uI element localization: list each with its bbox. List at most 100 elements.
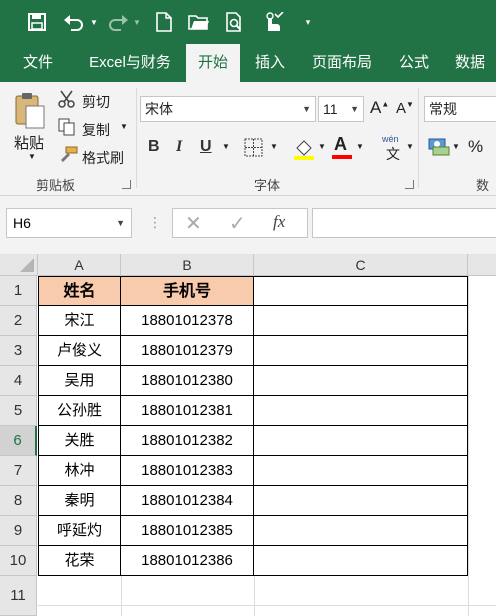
name-cell[interactable]: 卢俊义 <box>38 336 121 366</box>
empty-cell[interactable] <box>254 306 468 336</box>
row-header[interactable]: 2 <box>0 306 37 336</box>
fill-color-icon[interactable] <box>292 136 316 163</box>
tab-excel-finance[interactable]: Excel与财务 <box>76 44 184 82</box>
row-header[interactable]: 5 <box>0 396 37 426</box>
worksheet-grid[interactable]: A B C 1 2 3 4 5 6 7 8 9 10 11 姓名 手机号 宋江 … <box>0 254 496 616</box>
empty-cell[interactable] <box>254 366 468 396</box>
decrease-font-size-icon[interactable]: A▼ <box>396 100 414 117</box>
redo-icon[interactable] <box>106 10 130 34</box>
italic-button[interactable]: I <box>176 138 182 156</box>
row-header[interactable]: 3 <box>0 336 37 366</box>
underline-dropdown-icon[interactable]: ▼ <box>222 142 230 151</box>
copy-button[interactable]: 复制 <box>82 120 110 140</box>
undo-dropdown-icon[interactable]: ▼ <box>89 10 99 34</box>
tab-home[interactable]: 开始 <box>186 44 240 82</box>
phone-cell[interactable]: 18801012378 <box>121 306 254 336</box>
column-header-a[interactable]: A <box>38 254 121 276</box>
percent-style-button[interactable]: % <box>468 137 483 157</box>
empty-cell[interactable] <box>254 426 468 456</box>
paste-dropdown-icon[interactable]: ▼ <box>28 152 36 161</box>
redo-dropdown-icon[interactable]: ▼ <box>132 10 142 34</box>
row-header[interactable]: 9 <box>0 516 37 546</box>
copy-dropdown-icon[interactable]: ▼ <box>120 122 128 131</box>
open-folder-icon[interactable] <box>188 10 210 34</box>
cut-button[interactable]: 剪切 <box>82 92 110 112</box>
header-cell-phone[interactable]: 手机号 <box>121 276 254 306</box>
paste-button[interactable]: 粘贴 <box>14 132 44 153</box>
fill-color-dropdown-icon[interactable]: ▼ <box>318 142 326 151</box>
font-name-combo[interactable]: 宋体 ▼ <box>140 96 316 122</box>
name-cell[interactable]: 公孙胜 <box>38 396 121 426</box>
phone-cell[interactable]: 18801012379 <box>121 336 254 366</box>
formula-input[interactable] <box>312 208 496 238</box>
phone-cell[interactable]: 18801012384 <box>121 486 254 516</box>
phone-cell[interactable]: 18801012382 <box>121 426 254 456</box>
phone-cell[interactable]: 18801012381 <box>121 396 254 426</box>
font-launcher-icon[interactable] <box>405 180 414 189</box>
font-color-dropdown-icon[interactable]: ▼ <box>356 142 364 151</box>
empty-cell[interactable] <box>254 546 468 576</box>
font-color-icon[interactable]: A <box>334 134 347 155</box>
font-name-value: 宋体 <box>145 101 173 117</box>
cancel-entry-icon[interactable]: ✕ <box>185 211 202 236</box>
tab-formulas[interactable]: 公式 <box>388 44 440 82</box>
row-header[interactable]: 1 <box>0 276 37 306</box>
bold-button[interactable]: B <box>148 138 160 156</box>
confirm-entry-icon[interactable]: ✓ <box>229 211 246 236</box>
empty-cell[interactable] <box>254 456 468 486</box>
print-preview-icon[interactable] <box>224 10 246 34</box>
insert-function-icon[interactable]: fx <box>273 212 285 232</box>
row-header[interactable]: 4 <box>0 366 37 396</box>
customize-qat-icon[interactable]: ▾ <box>302 10 314 34</box>
column-header-c[interactable]: C <box>254 254 468 276</box>
accounting-format-icon[interactable] <box>428 136 450 159</box>
accounting-dropdown-icon[interactable]: ▼ <box>452 142 460 151</box>
row-header[interactable]: 11 <box>0 576 37 616</box>
name-cell[interactable]: 呼延灼 <box>38 516 121 546</box>
clipboard-launcher-icon[interactable] <box>122 180 131 189</box>
increase-font-size-icon[interactable]: A▲ <box>370 98 389 118</box>
name-cell[interactable]: 林冲 <box>38 456 121 486</box>
name-cell[interactable]: 吴用 <box>38 366 121 396</box>
tab-file[interactable]: 文件 <box>8 44 68 82</box>
empty-cell[interactable] <box>254 486 468 516</box>
name-box[interactable]: H6 ▼ <box>6 208 132 238</box>
phone-cell[interactable]: 18801012386 <box>121 546 254 576</box>
empty-cell[interactable] <box>254 396 468 426</box>
select-all-corner[interactable] <box>0 254 38 276</box>
phone-cell[interactable]: 18801012385 <box>121 516 254 546</box>
phonetic-guide-icon[interactable]: wén <box>382 134 399 144</box>
formula-buttons: ✕ ✓ fx <box>172 208 308 238</box>
name-cell[interactable]: 花荣 <box>38 546 121 576</box>
borders-dropdown-icon[interactable]: ▼ <box>270 142 278 151</box>
undo-icon[interactable] <box>62 10 86 34</box>
empty-cell[interactable] <box>254 516 468 546</box>
header-cell-name[interactable]: 姓名 <box>38 276 121 306</box>
save-icon[interactable] <box>26 10 48 34</box>
phone-cell[interactable]: 18801012380 <box>121 366 254 396</box>
column-header-d[interactable] <box>468 254 496 276</box>
touch-mode-icon[interactable] <box>260 10 284 34</box>
phone-cell[interactable]: 18801012383 <box>121 456 254 486</box>
paste-icon[interactable] <box>14 92 46 133</box>
row-header[interactable]: 8 <box>0 486 37 516</box>
format-painter-button[interactable]: 格式刷 <box>82 148 124 168</box>
tab-page-layout[interactable]: 页面布局 <box>300 44 384 82</box>
name-cell[interactable]: 秦明 <box>38 486 121 516</box>
cell-c1[interactable] <box>254 276 468 306</box>
name-cell[interactable]: 关胜 <box>38 426 121 456</box>
row-header[interactable]: 7 <box>0 456 37 486</box>
row-header[interactable]: 10 <box>0 546 37 576</box>
underline-button[interactable]: U <box>200 138 212 156</box>
column-header-b[interactable]: B <box>121 254 254 276</box>
empty-cell[interactable] <box>254 336 468 366</box>
tab-insert[interactable]: 插入 <box>244 44 296 82</box>
name-cell[interactable]: 宋江 <box>38 306 121 336</box>
font-size-combo[interactable]: 11 ▼ <box>318 96 364 122</box>
phonetic-dropdown-icon[interactable]: ▼ <box>406 142 414 151</box>
row-header-selected[interactable]: 6 <box>0 426 37 456</box>
new-file-icon[interactable] <box>154 10 174 34</box>
number-format-combo[interactable]: 常规 <box>424 96 496 122</box>
borders-icon[interactable] <box>244 138 264 161</box>
tab-data[interactable]: 数据 <box>444 44 496 82</box>
